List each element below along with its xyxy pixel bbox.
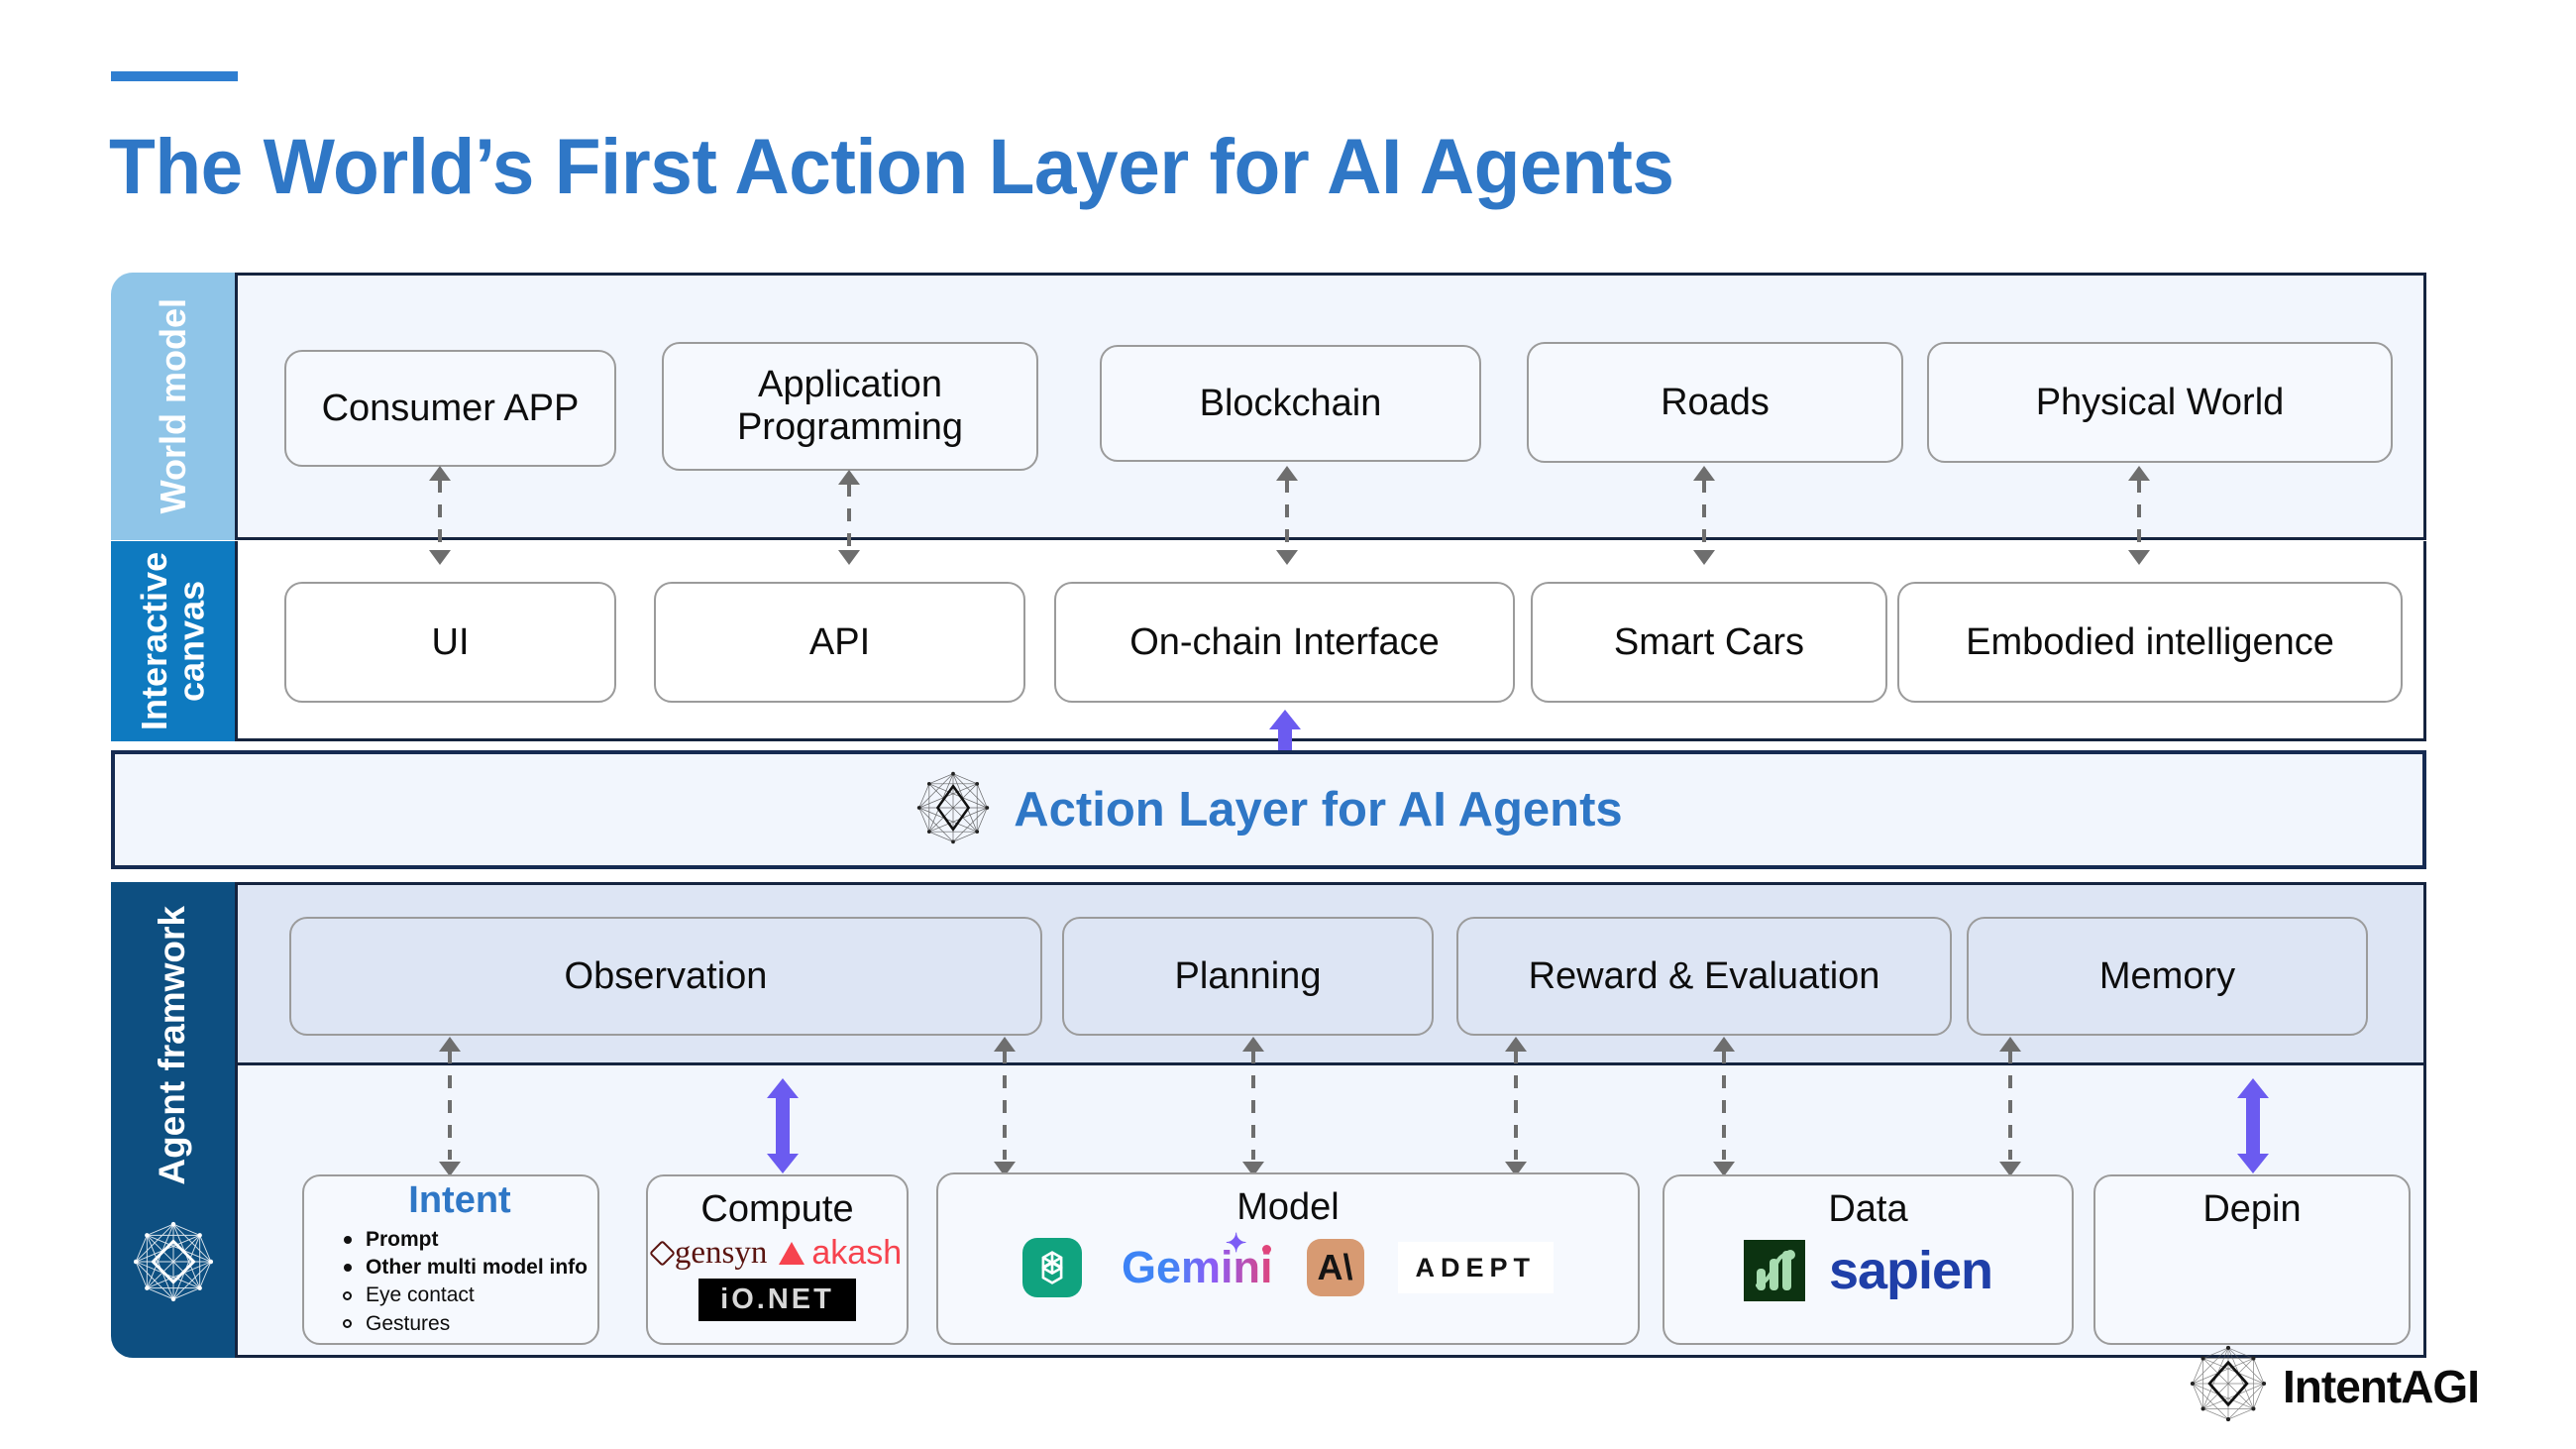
brand-name: IntentAGI [2283,1360,2480,1412]
openai-logo-icon [1021,1238,1082,1297]
arrow-head-up [1693,466,1715,481]
page-title: The World’s First Action Layer for AI Ag… [109,122,1674,210]
canvas-node-onchain-interface[interactable]: On-chain Interface [1054,582,1515,703]
data-title: Data [1828,1188,1908,1230]
arrow-head-down [429,550,451,565]
canvas-node-ui[interactable]: UI [284,582,616,703]
infra-node-compute[interactable]: Compute gensyn akash iO.NET [646,1174,909,1345]
infra-node-data[interactable]: Data sapien [1663,1174,2074,1345]
arrow-head-up [1713,1037,1735,1052]
intent-list-item: Prompt [342,1226,439,1254]
action-layer-label: Action Layer for AI Agents [1014,783,1623,836]
arrow-shaft-observation-intent [448,1051,452,1160]
arrow-shaft-roads-smartcars [1702,480,1706,549]
infra-node-intent[interactable]: Intent Prompt Other multi model info Eye… [302,1174,599,1345]
sapien-mark-icon [1743,1240,1805,1301]
rail-world-model-label: World model [152,298,193,514]
intent-list-item: Other multi model info [342,1254,588,1282]
intent-title: Intent [408,1179,511,1222]
adept-logo-icon: ADEPT [1397,1241,1555,1294]
bullet-hollow-icon [343,1290,352,1300]
brand-lockup: IntentAGI [2188,1343,2480,1429]
purple-arrow-depin [2246,1094,2260,1156]
compute-title: Compute [700,1188,854,1230]
purple-arrow-head-down [767,1154,799,1173]
infra-node-model[interactable]: Model Gemini ✦ A\ ADEPT [936,1172,1640,1345]
model-title: Model [1236,1186,1340,1228]
agent-node-reward-evaluation[interactable]: Reward & Evaluation [1456,917,1952,1036]
intent-list-item: Gestures [342,1310,450,1338]
arrow-head-up [838,470,860,485]
world-node-consumer-app[interactable]: Consumer APP [284,350,616,467]
canvas-node-embodied-intelligence[interactable]: Embodied intelligence [1897,582,2403,703]
arrow-head-up [439,1037,461,1052]
data-logo-row: sapien [1743,1240,1993,1301]
gensyn-logo-icon: gensyn [648,1235,767,1272]
world-node-roads[interactable]: Roads [1527,342,1903,463]
akash-logo-icon: akash [779,1234,902,1272]
ionet-logo-icon: iO.NET [698,1279,856,1321]
gemini-logo-icon: Gemini ✦ [1116,1228,1273,1292]
arrow-head-up [1999,1037,2021,1052]
arrow-shaft-memory-data [2008,1051,2012,1160]
bullet-filled-icon [344,1235,352,1244]
canvas-node-api[interactable]: API [654,582,1025,703]
rail-interactive-canvas-label: Interactive canvas [134,551,212,731]
arrow-shaft-reward-data [1722,1051,1726,1160]
rail-world-model: World model [111,273,235,540]
arrow-shaft-physical-embodied [2137,480,2141,549]
rail-agent-framework-label: Agent framwork [152,906,193,1185]
intentagi-logo-icon [914,769,992,851]
arrow-shaft-blockchain-onchain [1285,480,1289,549]
bullet-hollow-icon [343,1319,352,1329]
arrow-head-down [1276,550,1298,565]
arrow-head-up [1505,1037,1527,1052]
intentagi-logo-icon [2188,1343,2269,1429]
arrow-shaft-observation-model [1003,1051,1007,1160]
arrow-head-down [2128,550,2150,565]
action-layer-content: Action Layer for AI Agents [111,750,2426,869]
arrow-shaft-reward-model [1514,1051,1518,1160]
intentagi-logo-icon [131,1219,216,1309]
arrow-head-up [2128,466,2150,481]
world-node-application-programming[interactable]: Application Programming [662,342,1038,471]
model-logo-row: Gemini ✦ A\ ADEPT [1021,1228,1555,1297]
canvas-node-smart-cars[interactable]: Smart Cars [1531,582,1887,703]
agent-node-planning[interactable]: Planning [1062,917,1434,1036]
arrow-head-up [994,1037,1016,1052]
arrow-shaft-appprog-api [847,484,851,549]
purple-arrow-compute [776,1094,790,1156]
sapien-logo-icon: sapien [1828,1240,1993,1300]
intent-list-item: Eye contact [342,1282,475,1309]
agent-node-memory[interactable]: Memory [1967,917,2368,1036]
arrow-shaft-consumer-ui [438,480,442,549]
compute-logo-row: gensyn akash [648,1234,902,1272]
world-node-blockchain[interactable]: Blockchain [1100,345,1481,462]
depin-title: Depin [2202,1188,2302,1230]
arrow-head-down [838,550,860,565]
arrow-head-up [1276,466,1298,481]
arrow-head-up [1242,1037,1264,1052]
arrow-head-down [1693,550,1715,565]
bullet-filled-icon [344,1264,352,1273]
anthropic-logo-icon: A\ [1306,1239,1364,1296]
arrow-head-up [429,466,451,481]
purple-arrow-head-down [2237,1154,2269,1173]
ionet-logo-row: iO.NET [698,1279,856,1321]
rail-interactive-canvas: Interactive canvas [111,541,235,741]
rail-agent-framework: Agent framwork [111,882,235,1358]
agent-node-observation[interactable]: Observation [289,917,1042,1036]
arrow-shaft-planning-model [1251,1051,1255,1160]
world-node-physical-world[interactable]: Physical World [1927,342,2393,463]
infra-node-depin[interactable]: Depin [2093,1174,2411,1345]
title-accent-rule [111,71,238,81]
